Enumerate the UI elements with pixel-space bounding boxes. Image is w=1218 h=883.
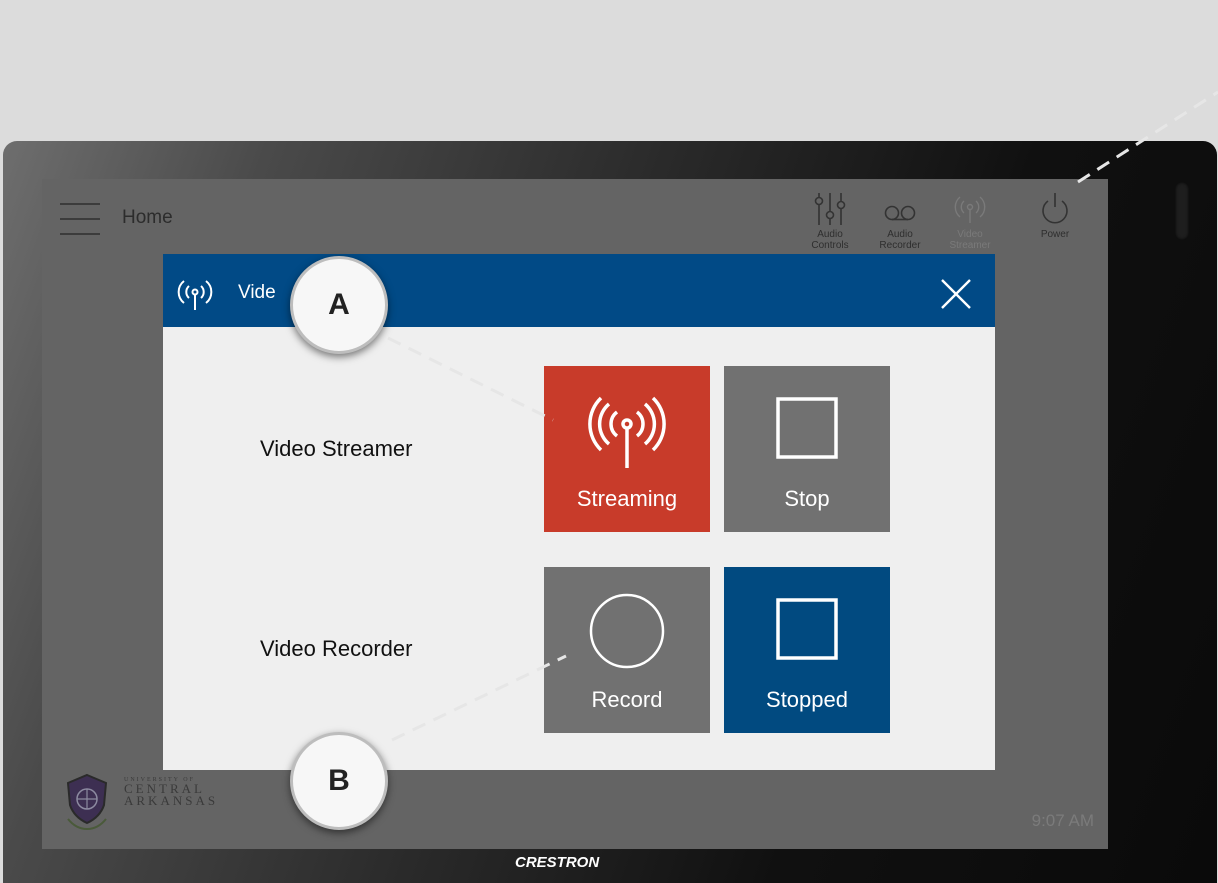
callout-lines bbox=[387, 90, 1218, 742]
callout-a: A bbox=[290, 256, 388, 354]
callout-b: B bbox=[290, 732, 388, 830]
